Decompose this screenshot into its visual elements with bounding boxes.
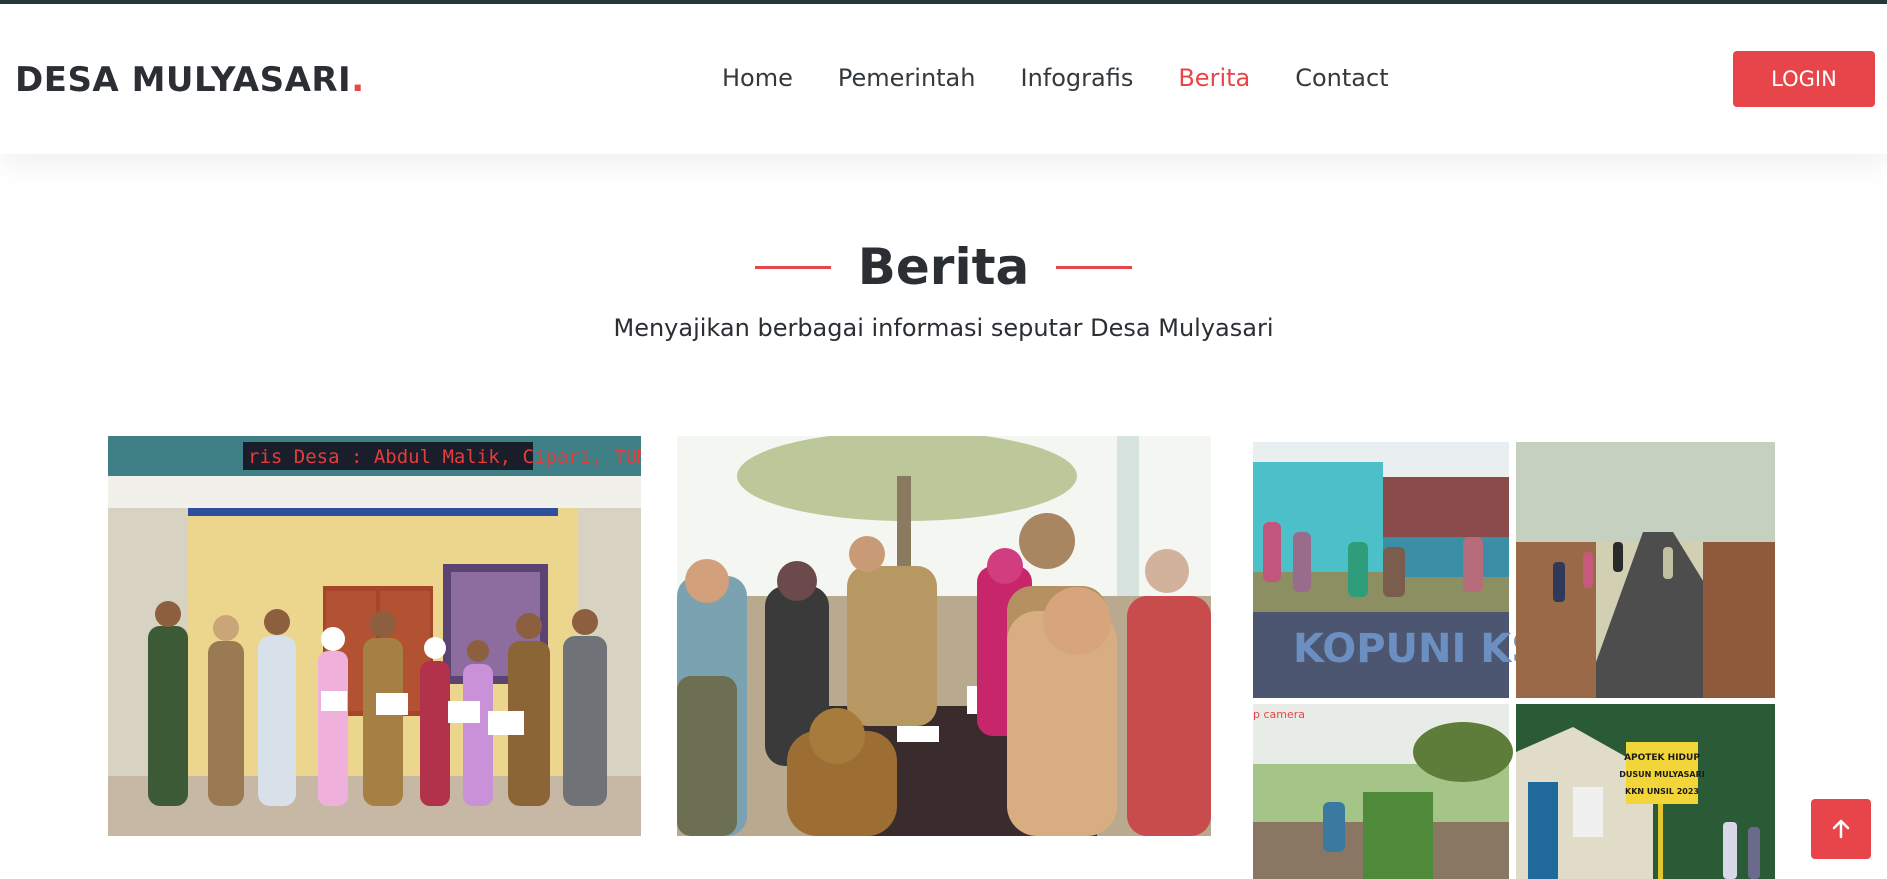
logo-text: DESA MULYASARI bbox=[15, 60, 352, 100]
news-card-photo-1[interactable]: ris Desa : Abdul Malik, Cipari, TUM bbox=[108, 436, 641, 836]
sign-line-1: APOTEK HIDUP bbox=[1624, 753, 1700, 763]
collage-image: KOPUNI KS p camera APOTEK HIDUP DUSUN MU… bbox=[1253, 442, 1775, 879]
section-subtitle: Menyajikan berbagai informasi seputar De… bbox=[613, 314, 1274, 342]
led-sign-text: ris Desa : Abdul Malik, Cipari, TUM bbox=[248, 446, 641, 468]
news-card-collage[interactable]: KOPUNI KS p camera APOTEK HIDUP DUSUN MU… bbox=[1253, 442, 1775, 879]
wall-text: KOPUNI KS bbox=[1293, 626, 1540, 672]
heading-line-right bbox=[1055, 265, 1132, 269]
logo-dot: . bbox=[351, 60, 365, 100]
photo-caption: p camera bbox=[1253, 708, 1305, 721]
sign-line-3: KKN UNSIL 2023 bbox=[1625, 787, 1699, 796]
sign-line-2: DUSUN MULYASARI bbox=[1619, 770, 1705, 779]
heading-line-left bbox=[755, 265, 832, 269]
nav-berita[interactable]: Berita bbox=[1178, 64, 1250, 92]
arrow-up-icon bbox=[1832, 819, 1850, 839]
page-title: Berita bbox=[857, 238, 1030, 296]
nav-home[interactable]: Home bbox=[722, 64, 793, 92]
site-header: DESA MULYASARI. Home Pemerintah Infograf… bbox=[0, 4, 1887, 154]
distribution-photo-image bbox=[677, 436, 1211, 836]
news-card-photo-2[interactable] bbox=[677, 436, 1211, 836]
nav-infografis[interactable]: Infografis bbox=[1020, 64, 1133, 92]
group-photo-image: ris Desa : Abdul Malik, Cipari, TUM bbox=[108, 436, 641, 836]
scroll-to-top-button[interactable] bbox=[1811, 799, 1871, 859]
main-nav: Home Pemerintah Infografis Berita Contac… bbox=[722, 64, 1389, 92]
login-button[interactable]: LOGIN bbox=[1733, 51, 1875, 107]
site-logo[interactable]: DESA MULYASARI. bbox=[15, 60, 365, 100]
nav-contact[interactable]: Contact bbox=[1295, 64, 1388, 92]
section-heading: Berita bbox=[0, 238, 1887, 296]
nav-pemerintah[interactable]: Pemerintah bbox=[838, 64, 976, 92]
